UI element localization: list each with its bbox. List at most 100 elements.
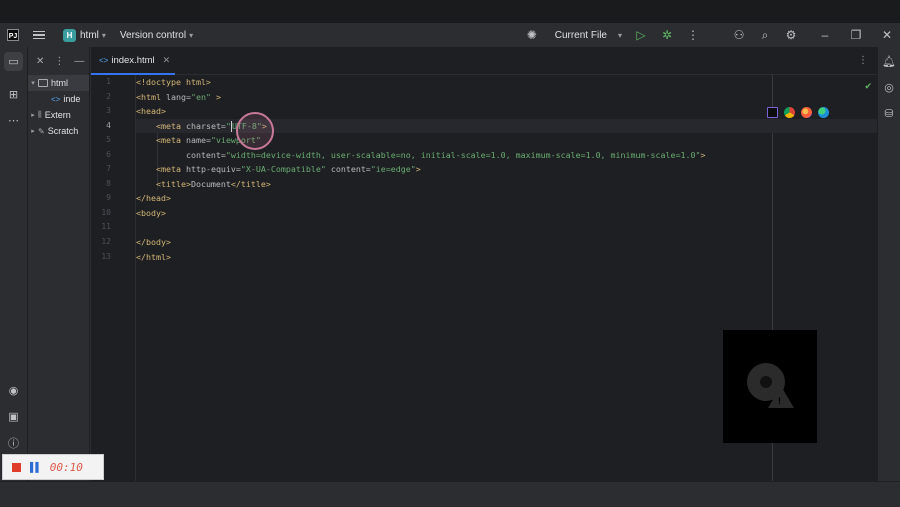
line-number[interactable]: 4 (91, 119, 135, 134)
tab-options-icon[interactable]: ⋮ (858, 55, 868, 66)
firefox-icon[interactable] (801, 107, 812, 118)
line-number[interactable]: 11 (91, 220, 135, 235)
code-line-1[interactable]: <!doctype html> (136, 75, 878, 90)
line-number[interactable]: 10 (91, 206, 135, 221)
notifications-bell-icon[interactable]: 🔔︎ (882, 55, 896, 69)
chevron-down-icon[interactable]: ▾ (102, 31, 106, 40)
code-line-6[interactable]: content="width=device-width, user-scalab… (136, 148, 878, 163)
line-number[interactable]: 6 (91, 148, 135, 163)
tree-item-project-root[interactable]: ▾ html (28, 75, 89, 91)
right-tool-strip: 🔔︎ ◎ ⛁ (877, 47, 900, 481)
code-line-13[interactable]: </html> (136, 250, 878, 265)
code-token: <!doctype html> (136, 77, 211, 87)
code-token: <meta (155, 164, 186, 175)
line-number[interactable]: 13 (91, 250, 135, 265)
titlebar-right-tools: ✺ Current File ▾ ▷ ✲ ⋮ ⚇ ⌕ ⚙ – ❐ ✕ (519, 23, 900, 47)
services-icon[interactable]: ◉ (4, 381, 23, 400)
more-actions-icon[interactable]: ⋮ (680, 28, 706, 42)
debug-bug-icon[interactable]: ✺ (519, 28, 545, 42)
chevron-right-icon[interactable]: ▸ (28, 111, 38, 119)
project-tool-window: ✕ ⋮ — ▾ html <> inde ▸ ⫼ Extern ▸ ✎ Scra… (28, 47, 89, 481)
line-number[interactable]: 1 (91, 75, 135, 90)
ai-assistant-icon[interactable]: ◎ (882, 81, 896, 95)
code-token: content= (330, 164, 371, 175)
code-token: <body> (136, 207, 166, 218)
code-token: charset= (185, 120, 226, 131)
more-tools-icon[interactable]: ⋯ (4, 111, 23, 130)
code-token: </html> (136, 251, 171, 262)
line-number[interactable]: 2 (91, 90, 135, 105)
code-line-10[interactable]: <body> (136, 206, 878, 221)
settings-gear-icon[interactable]: ⚙ (778, 28, 804, 42)
chevron-down-icon[interactable]: ▾ (618, 31, 622, 40)
run-icon[interactable]: ▷ (628, 28, 654, 42)
collapse-all-icon[interactable]: ✕ (36, 56, 44, 67)
project-panel-header: ✕ ⋮ — (28, 47, 89, 75)
chevron-right-icon[interactable]: ▸ (28, 127, 38, 135)
code-token: "X-UA-Compatible" (240, 164, 331, 175)
restore-icon[interactable]: ❐ (843, 28, 869, 42)
pause-record-icon[interactable]: ▌▌ (30, 462, 42, 472)
database-icon[interactable]: ⛁ (882, 107, 896, 121)
debug-icon[interactable]: ✲ (654, 28, 680, 42)
intellij-icon[interactable] (767, 107, 778, 118)
tree-item-label: inde (63, 94, 81, 104)
structure-icon[interactable]: ⊞ (4, 85, 23, 104)
html-file-icon: <> (99, 56, 109, 65)
tab-index-html[interactable]: <> index.html ✕ (91, 47, 175, 75)
version-control-menu[interactable]: Version control (120, 30, 186, 41)
project-name[interactable]: html (80, 30, 99, 41)
record-timer: 00:10 (49, 460, 83, 474)
line-number[interactable]: 9 (91, 191, 135, 206)
line-number[interactable]: 7 (91, 162, 135, 177)
tree-item-file[interactable]: <> inde (28, 91, 89, 107)
code-token: </head> (136, 193, 171, 204)
project-badge[interactable]: H (63, 28, 76, 42)
code-line-7[interactable]: <meta http-equiv="X-UA-Compatible" conte… (136, 162, 878, 177)
close-icon[interactable]: ✕ (874, 28, 900, 42)
warning-mark: ! (778, 396, 781, 406)
chevron-down-icon[interactable]: ▾ (189, 31, 193, 40)
hide-panel-icon[interactable]: — (74, 56, 84, 67)
tree-item-scratches[interactable]: ▸ ✎ Scratch (28, 123, 89, 139)
webcam-overlay: ! (723, 330, 817, 443)
no-problems-check-icon[interactable]: ✔ (864, 81, 872, 92)
run-config-selector[interactable]: Current File (555, 30, 607, 41)
edge-icon[interactable] (818, 107, 829, 118)
code-token: <meta (155, 135, 186, 146)
code-line-11[interactable] (136, 220, 878, 235)
tree-item-label: html (51, 78, 69, 88)
code-line-12[interactable]: </body> (136, 235, 878, 250)
app-logo-icon[interactable]: PJ (7, 29, 19, 41)
warning-icon (768, 386, 794, 408)
search-icon[interactable]: ⌕ (752, 28, 778, 43)
problems-icon[interactable]: ⓘ (4, 433, 23, 452)
add-user-icon[interactable]: ⚇ (726, 28, 752, 42)
line-number[interactable]: 8 (91, 177, 135, 192)
code-line-9[interactable]: </head> (136, 191, 878, 206)
main-menu-icon[interactable] (33, 30, 45, 40)
code-token: lang= (165, 91, 191, 102)
options-icon[interactable]: ⋮ (54, 56, 64, 67)
title-bar: PJ H html ▾ Version control ▾ ✺ Current … (0, 23, 900, 47)
code-line-2[interactable]: <html lang="en" > (136, 90, 878, 105)
code-token: <html (136, 91, 166, 102)
close-tab-icon[interactable]: ✕ (163, 55, 171, 66)
terminal-icon[interactable]: ▣ (4, 407, 23, 426)
code-token: > (210, 91, 221, 102)
chrome-icon[interactable] (784, 107, 795, 118)
code-line-8[interactable]: <title>Document</title> (136, 177, 878, 192)
stop-record-icon[interactable] (12, 462, 21, 472)
minimize-icon[interactable]: – (812, 28, 838, 42)
code-token: content= (185, 149, 226, 160)
tree-item-label: Extern (44, 110, 71, 120)
line-number[interactable]: 12 (91, 235, 135, 250)
line-number[interactable]: 3 (91, 104, 135, 119)
tree-item-external-libraries[interactable]: ▸ ⫼ Extern (28, 107, 89, 123)
status-bar (0, 481, 900, 507)
chevron-down-icon[interactable]: ▾ (28, 79, 38, 87)
click-highlight-ring (236, 112, 274, 150)
line-number-gutter[interactable]: 1 2 3 4 5 6 7 8 9 10 11 12 13 (91, 75, 136, 481)
line-number[interactable]: 5 (91, 133, 135, 148)
project-folder-icon[interactable]: ▭ (4, 52, 23, 71)
